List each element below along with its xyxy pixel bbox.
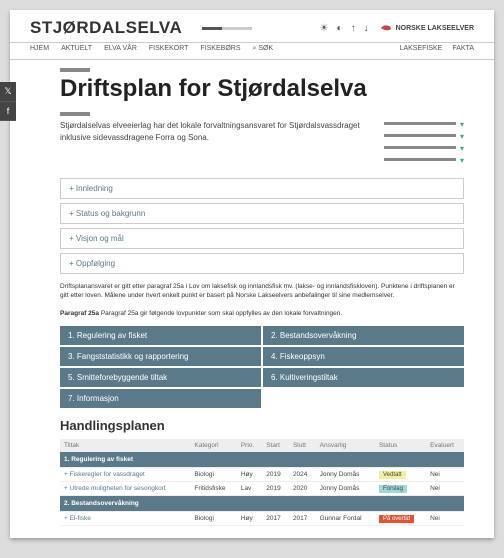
table-row: + El-fiskeBiologiHøy20172017Gunnar Forda… (60, 511, 464, 525)
cell: 2020 (289, 481, 316, 495)
nav-sok[interactable]: ⌕ SØK (253, 45, 274, 53)
contrast-icon[interactable]: ◐ (337, 23, 343, 34)
cell: Nei (426, 481, 464, 495)
row-link[interactable]: + El-fiske (60, 511, 190, 525)
accordion-item[interactable]: + Visjon og mål (60, 228, 464, 249)
table-row: + Fiskeregler for vassdragetBiologiHøy20… (60, 467, 464, 481)
accent-bar (60, 68, 90, 72)
section-header: 2. Bestandsovervåkning (60, 495, 464, 511)
cell: Jonny Domås (316, 481, 375, 495)
col-header: Status (375, 439, 426, 452)
cell: 2024 (289, 467, 316, 481)
nav-elva[interactable]: ELVA VÅR (104, 45, 137, 53)
accordion-item[interactable]: + Innledning (60, 178, 464, 199)
category-tile[interactable]: 3. Fangststatistikk og rapportering (60, 347, 261, 366)
org-logo: NORSKE LAKSEELVER (379, 21, 474, 35)
col-header: Ansvarlig (316, 439, 375, 452)
main-nav: HJEM AKTUELT ELVA VÅR FISKEKORT FISKEBØR… (10, 42, 494, 60)
col-header: Kategori (190, 439, 236, 452)
cell: Biologi (190, 467, 236, 481)
cell: Høy (237, 467, 262, 481)
status-badge: Vedtatt (379, 471, 406, 479)
cell: 2017 (262, 511, 289, 525)
chevron-down-icon[interactable]: ▾ (460, 156, 464, 165)
nav-fiskebors[interactable]: FISKEBØRS (200, 45, 240, 53)
category-tile[interactable]: 4. Fiskeoppsyn (263, 347, 464, 366)
facebook-icon[interactable]: f (0, 102, 16, 121)
cell: Gunnar Fordal (316, 511, 375, 525)
table-row: + Utrede muligheten for sesongkortFritid… (60, 481, 464, 495)
intro-text: Stjørdalselvas elveeierlag har det lokal… (60, 120, 364, 168)
section-header: 1. Regulering av fisket (60, 452, 464, 468)
category-tile[interactable]: 1. Regulering av fisket (60, 326, 261, 345)
section-title: Handlingsplanen (60, 418, 464, 433)
page-title: Driftsplan for Stjørdalselva (60, 76, 464, 102)
status-badge: På overtid (379, 515, 414, 523)
col-header: Tiltak (60, 439, 190, 452)
text-decrease-icon[interactable]: ↓ (364, 23, 369, 34)
cell: 2019 (262, 467, 289, 481)
cell: Jonny Domås (316, 467, 375, 481)
note-text: Driftsplanansvaret er gitt etter paragra… (60, 282, 464, 300)
category-tile[interactable]: 6. Kultiveringstiltak (263, 368, 464, 387)
col-header: Start (262, 439, 289, 452)
cell: Høy (237, 511, 262, 525)
col-header: Slutt (289, 439, 316, 452)
nav-laksefiske[interactable]: LAKSEFISKE (400, 45, 443, 53)
progress-bar (202, 27, 252, 30)
nav-fiskekort[interactable]: FISKEKORT (149, 45, 189, 53)
chevron-down-icon[interactable]: ▾ (460, 120, 464, 129)
category-tile[interactable]: 2. Bestandsovervåkning (263, 326, 464, 345)
sun-icon[interactable]: ☀ (320, 23, 329, 34)
cell: Biologi (190, 511, 236, 525)
category-tile[interactable]: 7. Informasjon (60, 389, 261, 408)
category-tile[interactable]: 5. Smitteforebyggende tiltak (60, 368, 261, 387)
site-logo: STJØRDALSELVA (30, 18, 182, 38)
chevron-down-icon[interactable]: ▾ (460, 144, 464, 153)
cell: 2019 (262, 481, 289, 495)
accordion-item[interactable]: + Oppfølging (60, 253, 464, 274)
accent-bar (60, 112, 90, 116)
chevron-down-icon[interactable]: ▾ (460, 132, 464, 141)
nav-hjem[interactable]: HJEM (30, 45, 49, 53)
accordion-item[interactable]: + Status og bakgrunn (60, 203, 464, 224)
action-table: TiltakKategoriPrio.StartSluttAnsvarligSt… (60, 439, 464, 526)
status-badge: Forslag (379, 485, 407, 493)
col-header: Evaluert (426, 439, 464, 452)
row-link[interactable]: + Utrede muligheten for sesongkort (60, 481, 190, 495)
row-link[interactable]: + Fiskeregler for vassdraget (60, 467, 190, 481)
note-text-2: Paragraf 25a Paragraf 25a gir følgende l… (60, 309, 464, 318)
text-increase-icon[interactable]: ↑ (351, 23, 356, 34)
cell: Fritidsfiske (190, 481, 236, 495)
cell: 2017 (289, 511, 316, 525)
nav-fakta[interactable]: FAKTA (452, 45, 474, 53)
cell: Nei (426, 467, 464, 481)
nav-aktuelt[interactable]: AKTUELT (61, 45, 92, 53)
toolbar: ☀ ◐ ↑ ↓ (320, 23, 369, 34)
cell: Lav (237, 481, 262, 495)
cell: Nei (426, 511, 464, 525)
twitter-icon[interactable]: 𝕏 (0, 82, 16, 102)
toc-sidebar: ▾ ▾ ▾ ▾ (384, 120, 464, 168)
col-header: Prio. (237, 439, 262, 452)
